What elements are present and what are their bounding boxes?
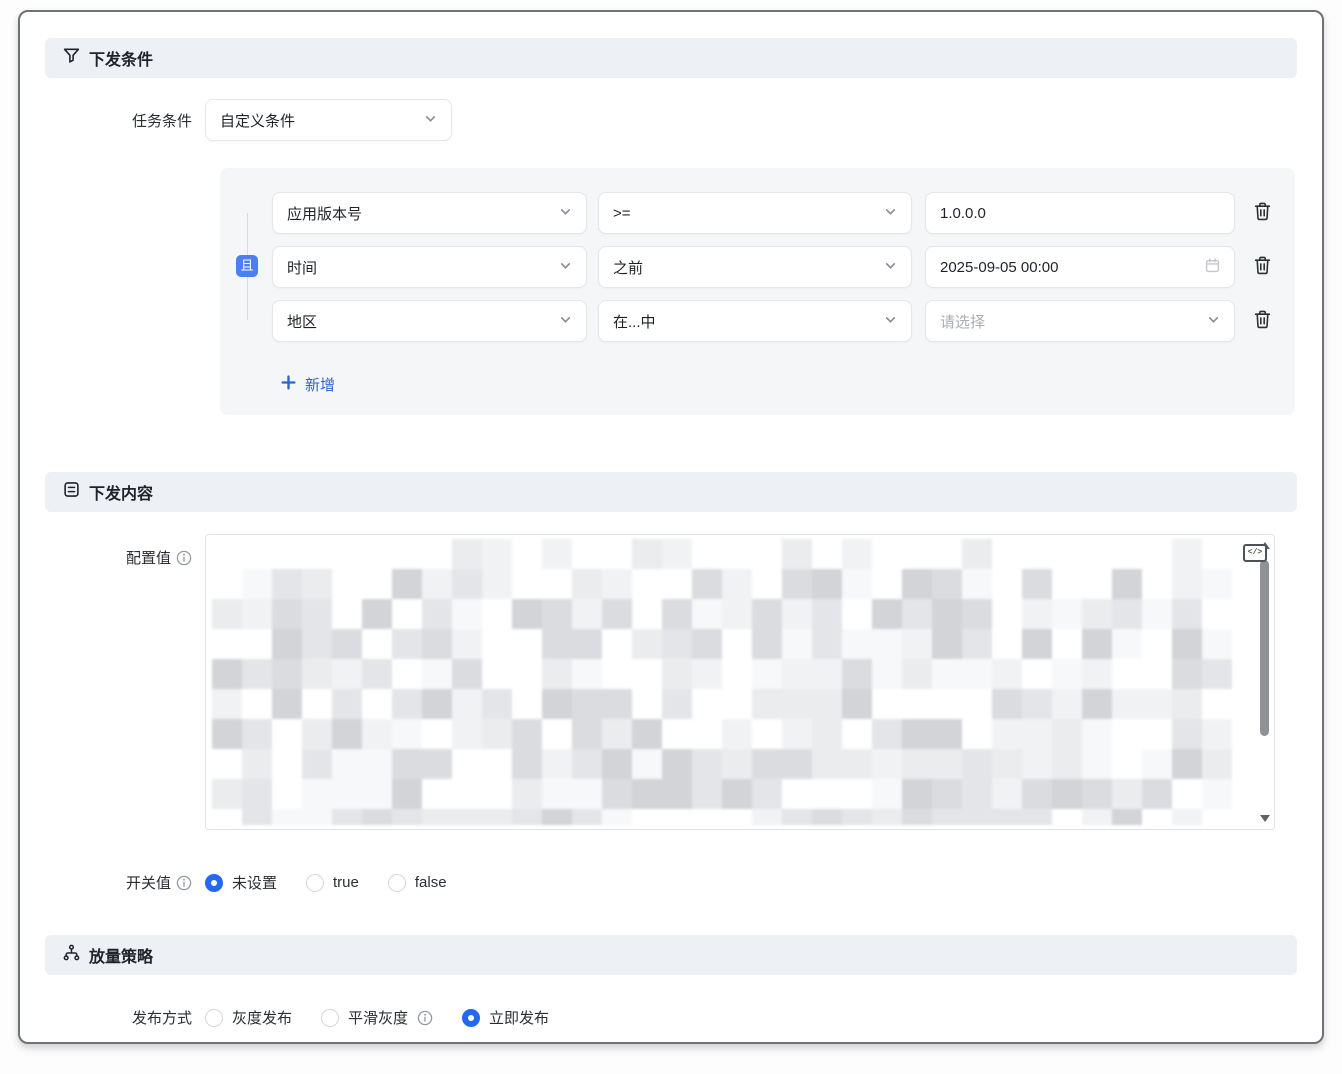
radio-label: true	[333, 874, 359, 891]
condition-row: 应用版本号 >=	[272, 192, 1273, 234]
document-icon	[63, 481, 80, 503]
condition-value-input-wrap	[925, 192, 1235, 234]
chevron-down-icon	[884, 259, 897, 276]
condition-rows: 应用版本号 >=	[272, 192, 1273, 395]
info-icon[interactable]	[176, 550, 192, 566]
logic-and-badge: 且	[236, 255, 258, 277]
condition-field-value: 应用版本号	[287, 203, 559, 224]
condition-date-value: 2025-09-05 00:00	[940, 259, 1205, 276]
scrollbar-down-arrow-icon[interactable]	[1260, 815, 1270, 822]
chevron-down-icon	[1207, 313, 1220, 330]
condition-value-placeholder: 请选择	[940, 311, 1207, 332]
condition-operator-value: 之前	[613, 257, 884, 278]
chevron-down-icon	[559, 205, 572, 222]
task-condition-select[interactable]: 自定义条件	[205, 99, 452, 141]
condition-value-input[interactable]	[940, 205, 1220, 222]
trash-icon	[1254, 202, 1271, 224]
radio-option-gray-release[interactable]: 灰度发布	[205, 1007, 292, 1028]
radio-icon[interactable]	[306, 874, 324, 892]
radio-label: 灰度发布	[232, 1007, 292, 1028]
trash-icon	[1254, 256, 1271, 278]
info-icon[interactable]	[176, 875, 192, 891]
section-header-content: 下发内容	[45, 472, 1297, 512]
radio-icon[interactable]	[388, 874, 406, 892]
info-icon[interactable]	[417, 1010, 433, 1026]
condition-row: 地区 在...中 请选择	[272, 300, 1273, 342]
calendar-icon	[1205, 258, 1220, 277]
radio-option-false[interactable]: false	[388, 874, 447, 892]
condition-operator-select[interactable]: 在...中	[598, 300, 912, 342]
section-header-conditions: 下发条件	[45, 38, 1297, 78]
switch-value-radio-group: 未设置 true false	[205, 872, 447, 893]
condition-group-panel: 且 应用版本号 >=	[220, 168, 1295, 415]
publish-mode-radio-group: 灰度发布 平滑灰度 立即发布	[205, 1007, 549, 1028]
condition-field-select[interactable]: 地区	[272, 300, 587, 342]
filter-icon	[63, 47, 80, 69]
code-icon[interactable]: </>	[1243, 544, 1267, 562]
radio-icon[interactable]	[321, 1009, 339, 1027]
condition-field-value: 时间	[287, 257, 559, 278]
chevron-down-icon	[884, 205, 897, 222]
condition-field-value: 地区	[287, 311, 559, 332]
radio-option-smooth-gray[interactable]: 平滑灰度	[321, 1007, 433, 1028]
section-title-content: 下发内容	[89, 480, 153, 504]
delete-condition-button[interactable]	[1251, 309, 1273, 333]
redacted-config-content	[212, 539, 1252, 825]
section-title-strategy: 放量策略	[89, 943, 153, 967]
radio-label: false	[415, 874, 447, 891]
section-header-strategy: 放量策略	[45, 935, 1297, 975]
condition-field-select[interactable]: 时间	[272, 246, 587, 288]
radio-icon[interactable]	[205, 1009, 223, 1027]
condition-value-select[interactable]: 请选择	[925, 300, 1235, 342]
task-condition-label: 任务条件	[20, 110, 205, 131]
scrollbar-thumb[interactable]	[1260, 560, 1269, 736]
section-title-conditions: 下发条件	[89, 46, 153, 70]
delete-condition-button[interactable]	[1251, 255, 1273, 279]
trash-icon	[1254, 310, 1271, 332]
radio-option-unset[interactable]: 未设置	[205, 872, 277, 893]
add-condition-label: 新增	[305, 374, 335, 395]
condition-operator-select[interactable]: 之前	[598, 246, 912, 288]
task-condition-value: 自定义条件	[220, 110, 424, 131]
condition-operator-select[interactable]: >=	[598, 192, 912, 234]
chevron-down-icon	[884, 313, 897, 330]
switch-value-label: 开关值	[126, 872, 171, 893]
condition-operator-value: >=	[613, 205, 884, 222]
chevron-down-icon	[424, 112, 437, 129]
condition-row: 时间 之前 2025-09-05 00:00	[272, 246, 1273, 288]
radio-option-immediate-release[interactable]: 立即发布	[462, 1007, 549, 1028]
publish-mode-label: 发布方式	[132, 1007, 192, 1028]
radio-label: 未设置	[232, 872, 277, 893]
plus-icon	[281, 375, 296, 394]
radio-label: 立即发布	[489, 1007, 549, 1028]
delete-condition-button[interactable]	[1251, 201, 1273, 225]
chevron-down-icon	[559, 259, 572, 276]
radio-icon[interactable]	[205, 874, 223, 892]
config-value-label: 配置值	[126, 547, 171, 568]
condition-operator-value: 在...中	[613, 311, 884, 332]
radio-label: 平滑灰度	[348, 1007, 408, 1028]
logic-column: 且	[220, 192, 272, 395]
config-value-editor[interactable]: </>	[205, 534, 1275, 830]
sitemap-icon	[63, 944, 80, 966]
condition-date-picker[interactable]: 2025-09-05 00:00	[925, 246, 1235, 288]
editor-scrollbar[interactable]	[1258, 540, 1272, 824]
settings-card: 下发条件 任务条件 自定义条件 且 应用版本号 >=	[18, 10, 1324, 1044]
chevron-down-icon	[559, 313, 572, 330]
radio-option-true[interactable]: true	[306, 874, 359, 892]
radio-icon[interactable]	[462, 1009, 480, 1027]
condition-field-select[interactable]: 应用版本号	[272, 192, 587, 234]
add-condition-button[interactable]: 新增	[281, 374, 1273, 395]
